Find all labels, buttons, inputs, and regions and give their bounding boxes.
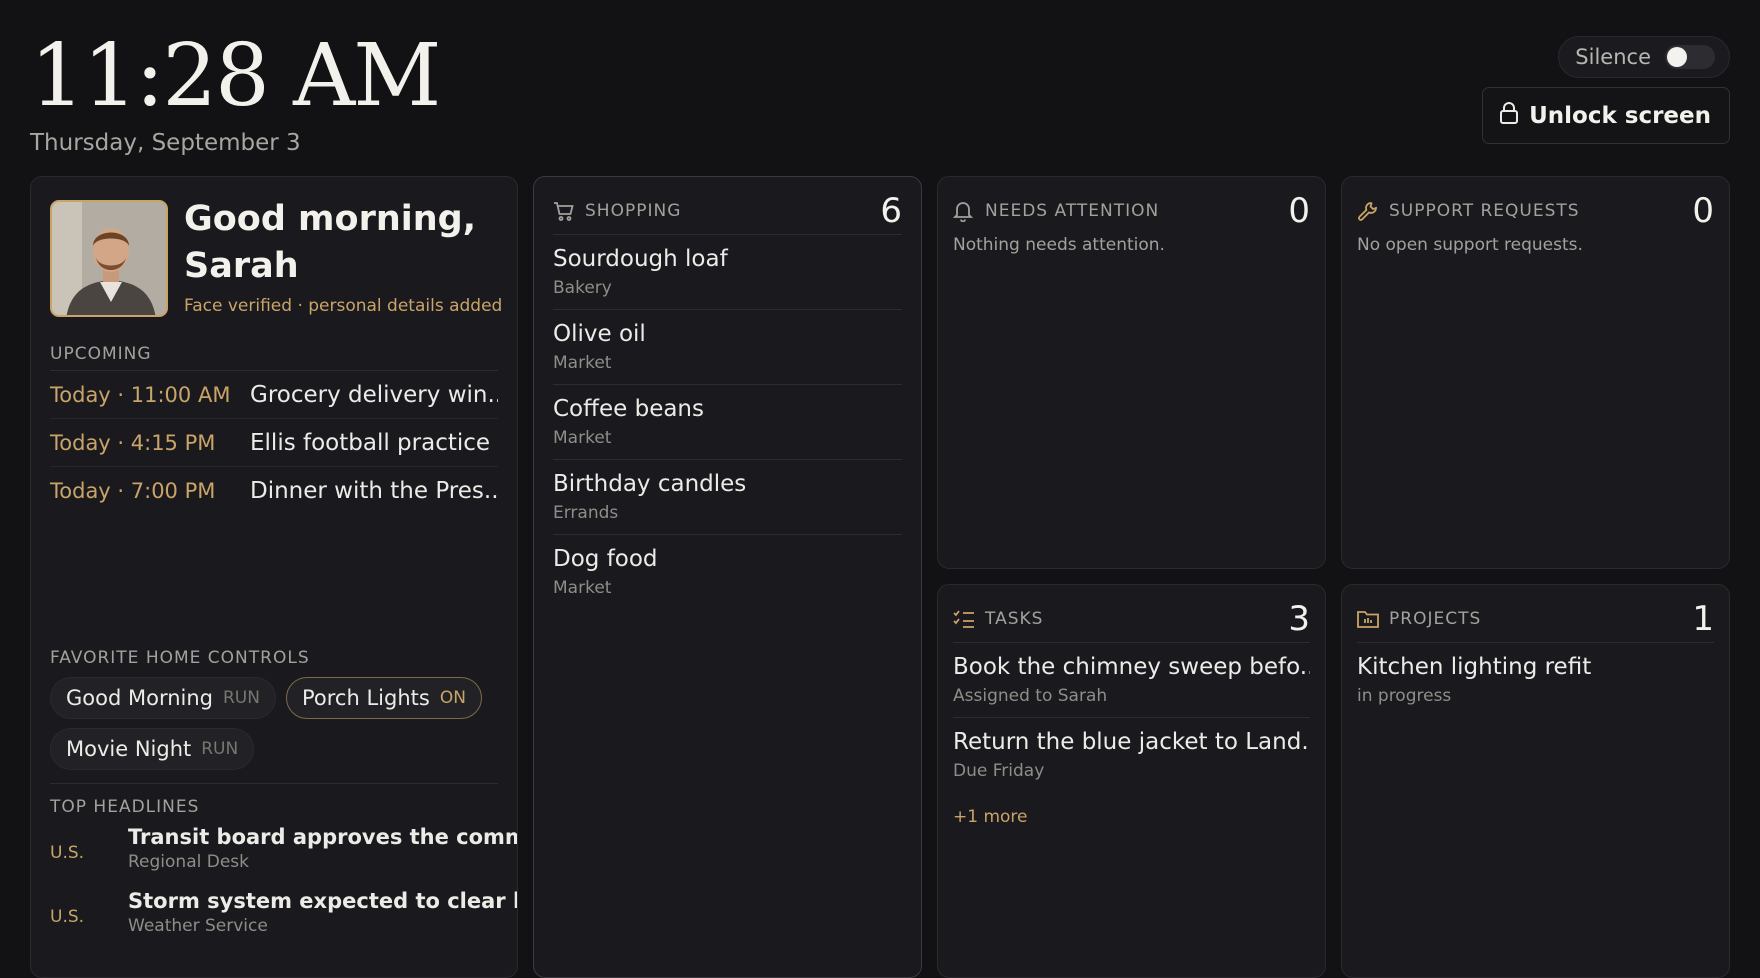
verification-status: Face verified · personal details added [184, 296, 503, 316]
headlines-heading: TOP HEADLINES [50, 797, 200, 817]
headline-title: Transit board approves the comm... [128, 825, 518, 849]
tasks-panel: TASKS 3 Book the chimney sweep befo... A… [937, 584, 1326, 978]
cart-icon [553, 200, 575, 222]
upcoming-item[interactable]: Today · 4:15 PM Ellis football practice [50, 419, 498, 467]
unlock-screen-button[interactable]: Unlock screen [1482, 87, 1730, 144]
headline-item[interactable]: U.S. Storm system expected to clear b...… [50, 889, 517, 945]
task-title: Book the chimney sweep befo... [953, 654, 1310, 680]
silence-label: Silence [1575, 45, 1651, 69]
projects-panel: PROJECTS 1 Kitchen lighting refit in pro… [1341, 584, 1730, 978]
silence-toggle[interactable]: Silence [1558, 36, 1730, 78]
project-status: in progress [1357, 686, 1452, 706]
support-requests-panel: SUPPORT REQUESTS 0 No open support reque… [1341, 176, 1730, 569]
folder-icon [1357, 608, 1379, 630]
headline-item[interactable]: U.S. Transit board approves the comm... … [50, 825, 517, 881]
needs-attention-empty: Nothing needs attention. [953, 235, 1165, 255]
shopping-item[interactable]: Birthday candles Errands [553, 460, 902, 535]
shopping-item[interactable]: Coffee beans Market [553, 385, 902, 460]
scene-movie-night-button[interactable]: Movie Night RUN [50, 728, 255, 770]
wrench-icon [1357, 200, 1379, 222]
scene-state: RUN [223, 688, 260, 708]
projects-heading: PROJECTS [1389, 608, 1482, 629]
event-title: Ellis football practice [250, 429, 491, 456]
lock-icon [1499, 101, 1519, 130]
item-category: Market [553, 428, 612, 448]
item-title: Birthday candles [553, 471, 747, 497]
scene-name: Porch Lights [301, 686, 430, 710]
bell-icon [953, 200, 975, 222]
event-title: Grocery delivery win... [250, 381, 498, 408]
task-item[interactable]: Return the blue jacket to Land... Due Fr… [953, 718, 1310, 793]
scene-good-morning-button[interactable]: Good Morning RUN [50, 677, 276, 719]
checklist-icon [953, 608, 975, 630]
upcoming-list: Today · 11:00 AM Grocery delivery win...… [50, 371, 498, 515]
home-controls-heading: FAVORITE HOME CONTROLS [50, 648, 310, 668]
item-category: Market [553, 578, 612, 598]
toggle-switch[interactable] [1665, 45, 1715, 69]
task-item[interactable]: Book the chimney sweep befo... Assigned … [953, 643, 1310, 718]
support-heading: SUPPORT REQUESTS [1389, 201, 1580, 221]
upcoming-item[interactable]: Today · 11:00 AM Grocery delivery win... [50, 371, 498, 419]
clock-time: 11:28 AM [30, 26, 441, 126]
shopping-item[interactable]: Sourdough loaf Bakery [553, 235, 902, 310]
item-category: Bakery [553, 278, 612, 298]
item-title: Sourdough loaf [553, 246, 728, 272]
shopping-item[interactable]: Dog food Market [553, 535, 902, 610]
item-category: Market [553, 353, 612, 373]
needs-attention-panel: NEEDS ATTENTION 0 Nothing needs attentio… [937, 176, 1326, 569]
item-title: Coffee beans [553, 396, 704, 422]
tasks-heading: TASKS [985, 608, 1044, 629]
tasks-more-link[interactable]: +1 more [953, 807, 1310, 827]
upcoming-item[interactable]: Today · 7:00 PM Dinner with the Pres... [50, 467, 498, 515]
scene-state: RUN [201, 739, 239, 759]
upcoming-heading: UPCOMING [50, 344, 498, 371]
shopping-item[interactable]: Olive oil Market [553, 310, 902, 385]
event-title: Dinner with the Pres... [250, 478, 498, 504]
item-title: Olive oil [553, 321, 646, 347]
scene-name: Movie Night [66, 737, 192, 761]
item-title: Dog food [553, 546, 658, 572]
shopping-panel: SHOPPING 6 Sourdough loaf Bakery Olive o… [533, 176, 922, 978]
headline-desk: Regional Desk [128, 852, 249, 872]
headline-source: U.S. [50, 843, 85, 863]
task-title: Return the blue jacket to Land... [953, 729, 1310, 755]
shopping-heading: SHOPPING [585, 200, 682, 221]
scene-name: Good Morning [66, 686, 213, 710]
scene-state: ON [439, 688, 466, 708]
home-controls-list: Good Morning RUN Porch Lights ON Movie N… [50, 677, 498, 784]
avatar [50, 200, 168, 317]
task-detail: Due Friday [953, 761, 1045, 781]
headline-title: Storm system expected to clear b... [128, 889, 518, 913]
needs-attention-count: 0 [1288, 191, 1310, 231]
shopping-count: 6 [880, 190, 902, 231]
event-time: Today · 4:15 PM [50, 430, 216, 455]
toggle-knob [1667, 47, 1687, 67]
support-count: 0 [1692, 191, 1714, 231]
support-empty: No open support requests. [1357, 235, 1583, 255]
event-time: Today · 7:00 PM [50, 479, 216, 503]
project-item[interactable]: Kitchen lighting refit in progress [1357, 643, 1714, 718]
unlock-label: Unlock screen [1529, 102, 1711, 129]
greeting-panel: Good morning, Sarah Face verified · pers… [30, 176, 518, 978]
event-time: Today · 11:00 AM [50, 382, 231, 407]
porch-lights-button[interactable]: Porch Lights ON [285, 677, 482, 719]
task-detail: Assigned to Sarah [953, 686, 1108, 706]
project-title: Kitchen lighting refit [1357, 654, 1592, 680]
clock-date: Thursday, September 3 [30, 130, 301, 156]
needs-attention-heading: NEEDS ATTENTION [985, 201, 1160, 221]
projects-count: 1 [1692, 598, 1714, 639]
tasks-count: 3 [1288, 598, 1310, 639]
headline-desk: Weather Service [128, 916, 268, 936]
greeting-title: Good morning, Sarah [184, 199, 477, 286]
headline-source: U.S. [50, 907, 85, 927]
item-category: Errands [553, 503, 619, 523]
